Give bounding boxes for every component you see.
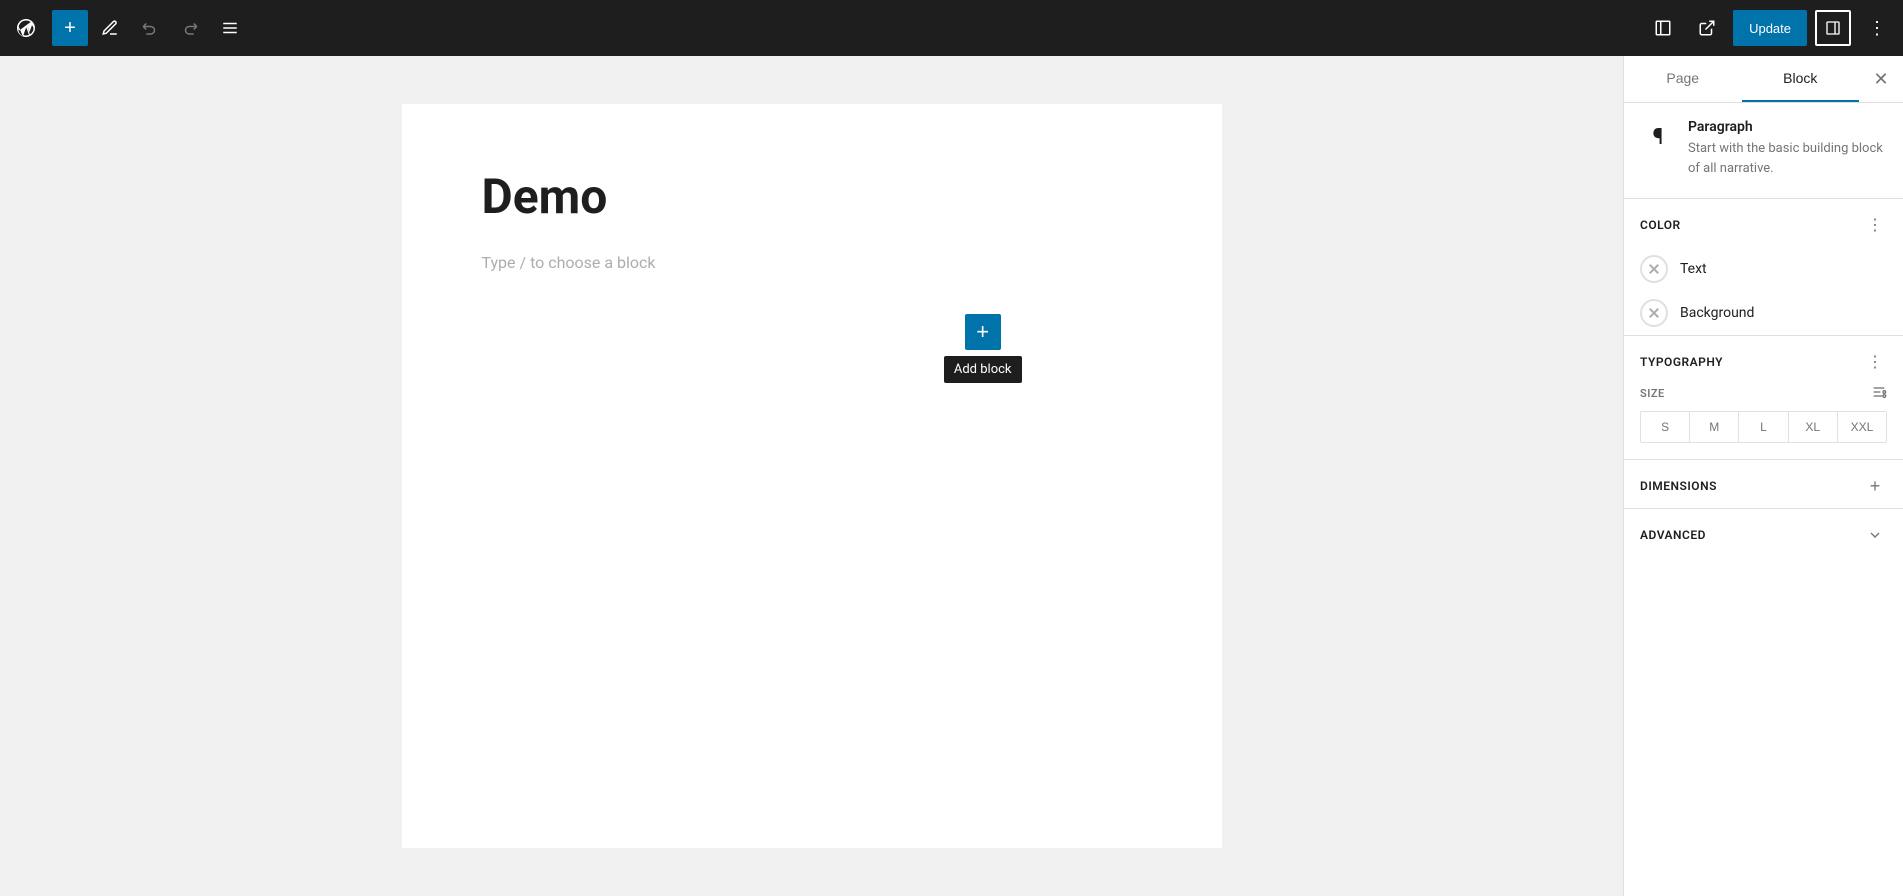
block-description: Start with the basic building block of a… [1688, 139, 1887, 178]
typography-section-header: Typography ⋮ [1640, 336, 1887, 384]
toolbar-left: + [8, 10, 1641, 46]
typography-more-button[interactable]: ⋮ [1863, 350, 1887, 374]
add-block-tooltip: Add block [944, 356, 1022, 383]
main-layout: Demo Type / to choose a block + Add bloc… [0, 56, 1903, 896]
wordpress-logo[interactable] [8, 10, 44, 46]
toolbar-right: Update ⋮ [1645, 10, 1895, 46]
color-background-option[interactable]: Background [1640, 291, 1887, 335]
block-info: ¶ Paragraph Start with the basic buildin… [1640, 119, 1887, 178]
background-color-swatch [1640, 299, 1668, 327]
advanced-chevron-button[interactable] [1863, 523, 1887, 547]
block-info-text: Paragraph Start with the basic building … [1688, 119, 1887, 178]
color-text-option[interactable]: Text [1640, 247, 1887, 291]
size-buttons: S M L XL XXL [1640, 411, 1887, 443]
sidebar-close-button[interactable]: ✕ [1863, 61, 1899, 97]
undo-button[interactable] [132, 10, 168, 46]
size-xxl-button[interactable]: XXL [1838, 412, 1886, 442]
tab-block[interactable]: Block [1742, 56, 1860, 102]
add-block-area: + Add block [944, 314, 1022, 383]
size-m-button[interactable]: M [1690, 412, 1739, 442]
redo-button[interactable] [172, 10, 208, 46]
toolbar: + [0, 0, 1903, 56]
advanced-section-title: Advanced [1640, 528, 1706, 542]
text-color-label: Text [1680, 261, 1707, 277]
tools-button[interactable] [92, 10, 128, 46]
post-title[interactable]: Demo [482, 168, 1142, 226]
sidebar-body: ¶ Paragraph Start with the basic buildin… [1624, 103, 1903, 896]
typography-section-title: Typography [1640, 355, 1723, 369]
tab-page[interactable]: Page [1624, 56, 1742, 102]
paragraph-icon: ¶ [1640, 119, 1676, 155]
color-section-header: Color ⋮ [1640, 199, 1887, 247]
block-name: Paragraph [1688, 119, 1887, 135]
update-button[interactable]: Update [1733, 10, 1807, 46]
block-placeholder[interactable]: Type / to choose a block [482, 250, 1142, 276]
advanced-section-header: Advanced [1640, 509, 1887, 557]
dimensions-add-button[interactable]: + [1863, 474, 1887, 498]
dimensions-section-title: Dimensions [1640, 479, 1717, 493]
editor-area: Demo Type / to choose a block + Add bloc… [0, 56, 1623, 896]
add-block-floating-button[interactable]: + [965, 314, 1001, 350]
document-overview-button[interactable] [212, 10, 248, 46]
sidebar-header: Page Block ✕ [1624, 56, 1903, 103]
size-l-button[interactable]: L [1739, 412, 1788, 442]
color-more-button[interactable]: ⋮ [1863, 213, 1887, 237]
size-xl-button[interactable]: XL [1789, 412, 1838, 442]
size-s-button[interactable]: S [1641, 412, 1690, 442]
add-block-toolbar-button[interactable]: + [52, 10, 88, 46]
dimensions-section-header: Dimensions + [1640, 460, 1887, 508]
size-label: SIZE [1640, 384, 1887, 403]
view-button[interactable] [1645, 10, 1681, 46]
background-color-label: Background [1680, 305, 1754, 321]
more-options-button[interactable]: ⋮ [1859, 10, 1895, 46]
size-controls-icon[interactable] [1871, 384, 1887, 403]
text-color-swatch [1640, 255, 1668, 283]
sidebar: Page Block ✕ ¶ Paragraph Start with the … [1623, 56, 1903, 896]
sidebar-toggle-button[interactable] [1815, 10, 1851, 46]
color-section-title: Color [1640, 218, 1681, 232]
preview-button[interactable] [1689, 10, 1725, 46]
editor-content: Demo Type / to choose a block + Add bloc… [402, 104, 1222, 848]
